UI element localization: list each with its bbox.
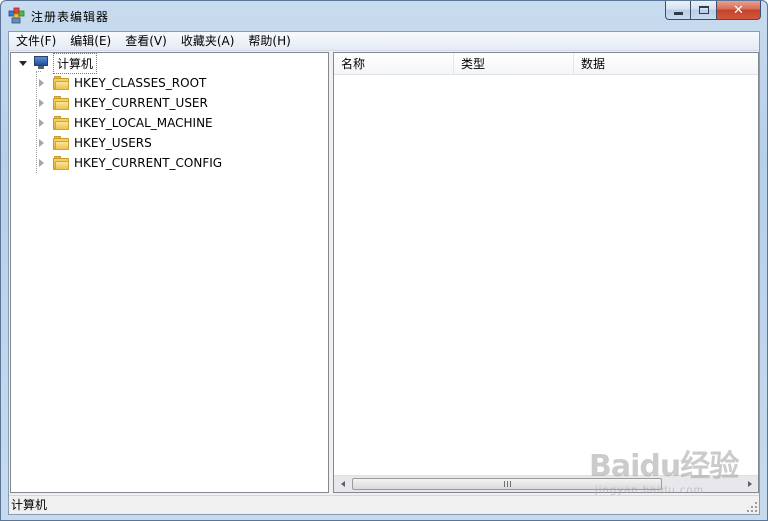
pane-container: 计算机 HKEY_CLASSES_ROOT HKEY_CURRENT_USER … [9, 52, 759, 493]
folder-icon [53, 96, 69, 110]
column-header-name[interactable]: 名称 [334, 53, 454, 75]
folder-icon [53, 156, 69, 170]
computer-icon [33, 56, 49, 70]
minimize-icon [673, 11, 683, 15]
close-icon: ✕ [733, 2, 744, 18]
status-path: 计算机 [11, 498, 48, 512]
tree-item-label: HKEY_LOCAL_MACHINE [74, 116, 213, 130]
list-header: 名称 类型 数据 [334, 53, 758, 75]
tree-item-label: HKEY_CURRENT_CONFIG [74, 156, 223, 170]
tree-item-hkey-classes-root[interactable]: HKEY_CLASSES_ROOT [39, 73, 206, 93]
grip-icon [503, 481, 511, 487]
menu-favorites[interactable]: 收藏夹(A) [174, 32, 242, 51]
tree-item-hkey-local-machine[interactable]: HKEY_LOCAL_MACHINE [39, 113, 213, 133]
tree-item-label: 计算机 [53, 52, 98, 74]
regedit-window: 注册表编辑器 ✕ 文件(F) 编辑(E) 查看(V) 收藏夹(A) 帮助(H) [0, 0, 768, 521]
menu-file[interactable]: 文件(F) [9, 32, 63, 51]
menu-edit[interactable]: 编辑(E) [63, 32, 118, 51]
tree-guide-line [36, 71, 37, 173]
tree-item-label: HKEY_CURRENT_USER [74, 96, 208, 110]
column-header-data[interactable]: 数据 [574, 53, 758, 75]
maximize-icon [698, 6, 709, 14]
column-header-type[interactable]: 类型 [454, 53, 574, 75]
maximize-button[interactable] [691, 1, 717, 20]
scroll-left-button[interactable] [334, 476, 351, 492]
value-list[interactable]: 名称 类型 数据 [333, 52, 759, 493]
folder-icon [53, 136, 69, 150]
tree-item-label: HKEY_USERS [74, 136, 152, 150]
key-tree[interactable]: 计算机 HKEY_CLASSES_ROOT HKEY_CURRENT_USER … [10, 52, 329, 493]
expand-arrow-icon[interactable] [39, 158, 48, 168]
expand-arrow-icon[interactable] [39, 98, 48, 108]
collapse-arrow-icon[interactable] [19, 59, 28, 68]
tree-item-computer[interactable]: 计算机 [19, 52, 98, 74]
expand-arrow-icon[interactable] [39, 118, 48, 128]
tree-item-hkey-current-user[interactable]: HKEY_CURRENT_USER [39, 93, 208, 113]
tree-item-label: HKEY_CLASSES_ROOT [74, 76, 207, 90]
resize-grip-icon[interactable] [746, 501, 758, 513]
status-bar: 计算机 [9, 495, 759, 514]
menu-bar: 文件(F) 编辑(E) 查看(V) 收藏夹(A) 帮助(H) [9, 32, 759, 51]
client-area: 文件(F) 编辑(E) 查看(V) 收藏夹(A) 帮助(H) 计算机 HKEY_… [8, 31, 760, 515]
tree-item-hkey-current-config[interactable]: HKEY_CURRENT_CONFIG [39, 153, 222, 173]
horizontal-scrollbar[interactable] [334, 475, 758, 492]
tree-item-hkey-users[interactable]: HKEY_USERS [39, 133, 152, 153]
folder-icon [53, 116, 69, 130]
scroll-right-button[interactable] [741, 476, 758, 492]
title-bar[interactable]: 注册表编辑器 ✕ [1, 1, 767, 31]
close-button[interactable]: ✕ [717, 1, 761, 20]
caption-buttons: ✕ [665, 1, 761, 20]
expand-arrow-icon[interactable] [39, 78, 48, 88]
window-title: 注册表编辑器 [31, 10, 110, 24]
minimize-button[interactable] [665, 1, 691, 20]
folder-icon [53, 76, 69, 90]
menu-view[interactable]: 查看(V) [118, 32, 174, 51]
arrow-right-icon [747, 481, 752, 487]
expand-arrow-icon[interactable] [39, 138, 48, 148]
regedit-icon [8, 7, 25, 24]
scrollbar-thumb[interactable] [352, 478, 662, 490]
arrow-left-icon [340, 481, 345, 487]
menu-help[interactable]: 帮助(H) [241, 32, 297, 51]
